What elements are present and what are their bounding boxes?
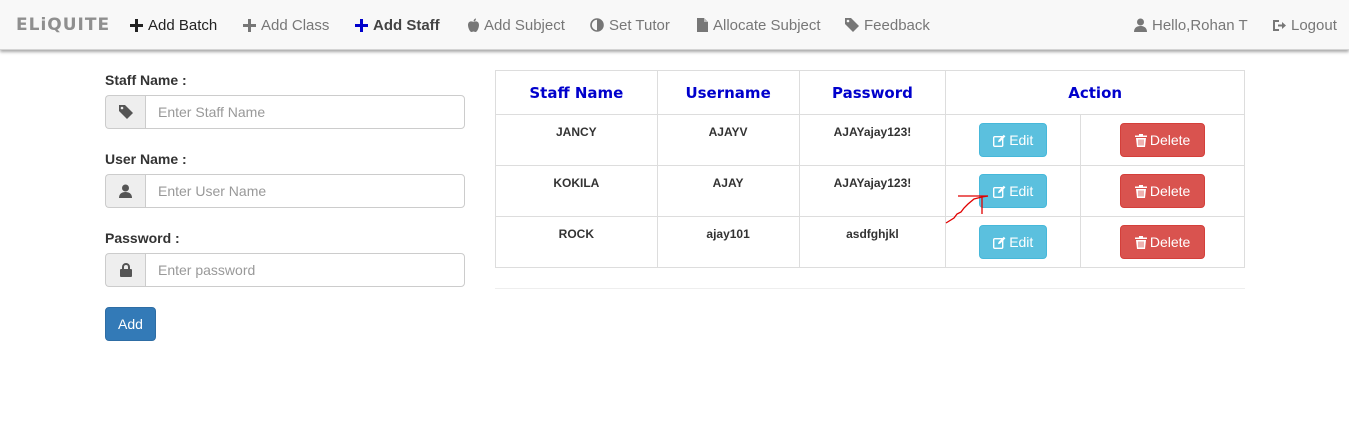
staff-name-label: Staff Name : <box>105 72 187 88</box>
cell-delete: Delete <box>1080 114 1245 166</box>
user-icon <box>1134 18 1147 32</box>
logout-icon <box>1273 19 1286 31</box>
password-input[interactable] <box>145 253 465 287</box>
nav-logout-label: Logout <box>1291 16 1337 34</box>
nav-set-tutor-label: Set Tutor <box>609 16 670 34</box>
header-username: Username <box>656 70 800 115</box>
edit-button-label: Edit <box>1009 183 1034 199</box>
edit-button[interactable]: Edit <box>979 225 1048 259</box>
password-label: Password : <box>105 230 180 246</box>
delete-button[interactable]: Delete <box>1120 174 1206 208</box>
cell-staff-name: JANCY <box>495 114 658 166</box>
nav-add-staff[interactable]: Add Staff <box>355 16 440 34</box>
header-action: Action <box>945 70 1245 115</box>
cell-delete: Delete <box>1080 216 1245 268</box>
cell-delete: Delete <box>1080 165 1245 217</box>
contrast-icon <box>590 18 604 32</box>
nav-allocate-subject[interactable]: Allocate Subject <box>697 16 821 34</box>
tag-icon <box>845 18 859 32</box>
trash-icon <box>1134 184 1147 198</box>
staff-name-group <box>105 95 465 129</box>
plus-icon <box>130 18 143 32</box>
plus-icon <box>355 18 368 32</box>
cell-password: asdfghjkl <box>798 216 947 268</box>
header-password: Password <box>798 70 947 115</box>
user-name-input[interactable] <box>145 174 465 208</box>
cell-edit: Edit <box>945 114 1082 166</box>
table-row: JANCY AJAYV AJAYajay123! Edit Delete <box>495 114 1245 166</box>
delete-button-label: Delete <box>1149 132 1191 148</box>
cell-username: AJAYV <box>656 114 800 166</box>
staff-table: Staff Name Username Password Action JANC… <box>495 70 1245 268</box>
file-icon <box>697 18 708 32</box>
cell-staff-name: KOKILA <box>495 165 658 217</box>
edit-button-label: Edit <box>1009 132 1034 148</box>
delete-button[interactable]: Delete <box>1120 225 1206 259</box>
apple-icon <box>468 18 479 32</box>
delete-button-label: Delete <box>1149 183 1191 199</box>
user-name-label: User Name : <box>105 151 187 167</box>
edit-icon <box>993 236 1006 249</box>
divider <box>495 288 1245 289</box>
nav-add-class[interactable]: Add Class <box>243 16 329 34</box>
trash-icon <box>1134 235 1147 249</box>
password-group <box>105 253 465 287</box>
annotation-arrow-icon <box>945 195 989 224</box>
user-name-group <box>105 174 465 208</box>
nav-add-staff-label: Add Staff <box>373 16 440 34</box>
cell-password: AJAYajay123! <box>798 165 947 217</box>
nav-feedback[interactable]: Feedback <box>845 16 930 34</box>
brand-logo[interactable]: ELiQUITE <box>16 15 110 35</box>
lock-icon <box>105 253 145 287</box>
nav-user[interactable]: Hello,Rohan T <box>1134 16 1248 34</box>
delete-button[interactable]: Delete <box>1120 123 1206 157</box>
table-row: ROCK ajay101 asdfghjkl Edit Delete <box>495 216 1245 268</box>
plus-icon <box>243 18 256 32</box>
cell-username: AJAY <box>656 165 800 217</box>
user-icon <box>105 174 145 208</box>
delete-button-label: Delete <box>1149 234 1191 250</box>
nav-user-label: Hello,Rohan T <box>1152 16 1248 34</box>
nav-add-batch-label: Add Batch <box>148 16 218 34</box>
tag-icon <box>105 95 145 129</box>
cell-password: AJAYajay123! <box>798 114 947 166</box>
nav-logout[interactable]: Logout <box>1272 16 1337 34</box>
nav-add-subject-label: Add Subject <box>484 16 565 34</box>
nav-add-subject[interactable]: Add Subject <box>468 16 565 34</box>
staff-name-input[interactable] <box>145 95 465 129</box>
edit-button-label: Edit <box>1009 234 1034 250</box>
table-header-row: Staff Name Username Password Action <box>495 70 1245 115</box>
navbar: ELiQUITE Add Batch Add Class Add Staff A… <box>0 0 1349 50</box>
nav-set-tutor[interactable]: Set Tutor <box>590 16 670 34</box>
nav-allocate-subject-label: Allocate Subject <box>713 16 821 34</box>
add-button[interactable]: Add <box>105 307 156 341</box>
nav-add-class-label: Add Class <box>261 16 330 34</box>
cell-staff-name: ROCK <box>495 216 658 268</box>
edit-icon <box>993 134 1006 147</box>
nav-feedback-label: Feedback <box>864 16 930 34</box>
edit-button[interactable]: Edit <box>979 123 1048 157</box>
table-row: KOKILA AJAY AJAYajay123! Edit Delete <box>495 165 1245 217</box>
trash-icon <box>1134 133 1147 147</box>
cell-username: ajay101 <box>656 216 800 268</box>
nav-add-batch[interactable]: Add Batch <box>130 16 217 34</box>
header-staff-name: Staff Name <box>495 70 658 115</box>
edit-icon <box>993 185 1006 198</box>
